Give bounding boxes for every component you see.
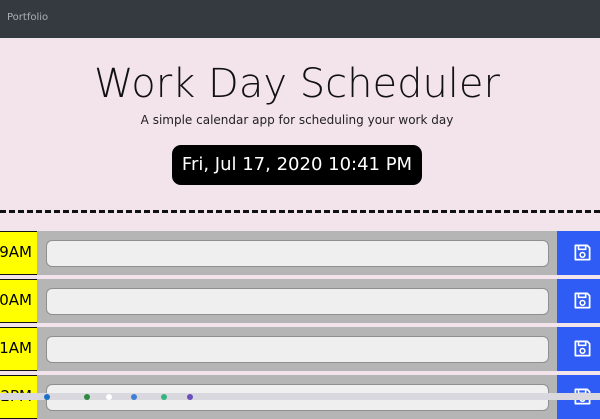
floppy-disk-icon xyxy=(574,340,591,357)
event-description-input[interactable] xyxy=(46,336,549,363)
event-description-input[interactable] xyxy=(46,240,549,267)
page-subtitle: A simple calendar app for scheduling you… xyxy=(140,113,454,127)
time-block-row: 9AM xyxy=(0,231,600,275)
event-slot xyxy=(37,279,557,323)
event-slot xyxy=(37,231,557,275)
taskbar-app-icon[interactable] xyxy=(187,394,193,400)
floppy-disk-icon xyxy=(574,292,591,309)
time-block-row: 11AM xyxy=(0,327,600,371)
hour-label-cell: 10AM xyxy=(0,279,37,323)
taskbar-app-icon[interactable] xyxy=(106,394,112,400)
save-button[interactable] xyxy=(557,327,600,371)
header-divider xyxy=(0,210,600,213)
brand-link[interactable]: Portfolio xyxy=(7,12,48,23)
hour-label: 11AM xyxy=(0,339,32,357)
hour-label-cell: 9AM xyxy=(0,231,37,275)
taskbar-app-icon[interactable] xyxy=(161,394,167,400)
navbar: Portfolio xyxy=(0,0,600,38)
taskbar-app-icon[interactable] xyxy=(44,394,50,400)
header: Work Day Scheduler A simple calendar app… xyxy=(0,38,600,213)
hour-label: 10AM xyxy=(0,291,32,309)
event-description-input[interactable] xyxy=(46,288,549,315)
save-button[interactable] xyxy=(557,231,600,275)
save-button[interactable] xyxy=(557,279,600,323)
hour-label: 9AM xyxy=(0,243,32,261)
page-title: Work Day Scheduler xyxy=(94,61,500,107)
taskbar-app-icon[interactable] xyxy=(84,394,90,400)
floppy-disk-icon xyxy=(574,244,591,261)
taskbar-app-icon[interactable] xyxy=(131,394,137,400)
current-datetime: Fri, Jul 17, 2020 10:41 PM xyxy=(172,145,422,185)
event-slot xyxy=(37,327,557,371)
hour-label-cell: 11AM xyxy=(0,327,37,371)
os-taskbar xyxy=(0,393,600,400)
time-block-row: 10AM xyxy=(0,279,600,323)
